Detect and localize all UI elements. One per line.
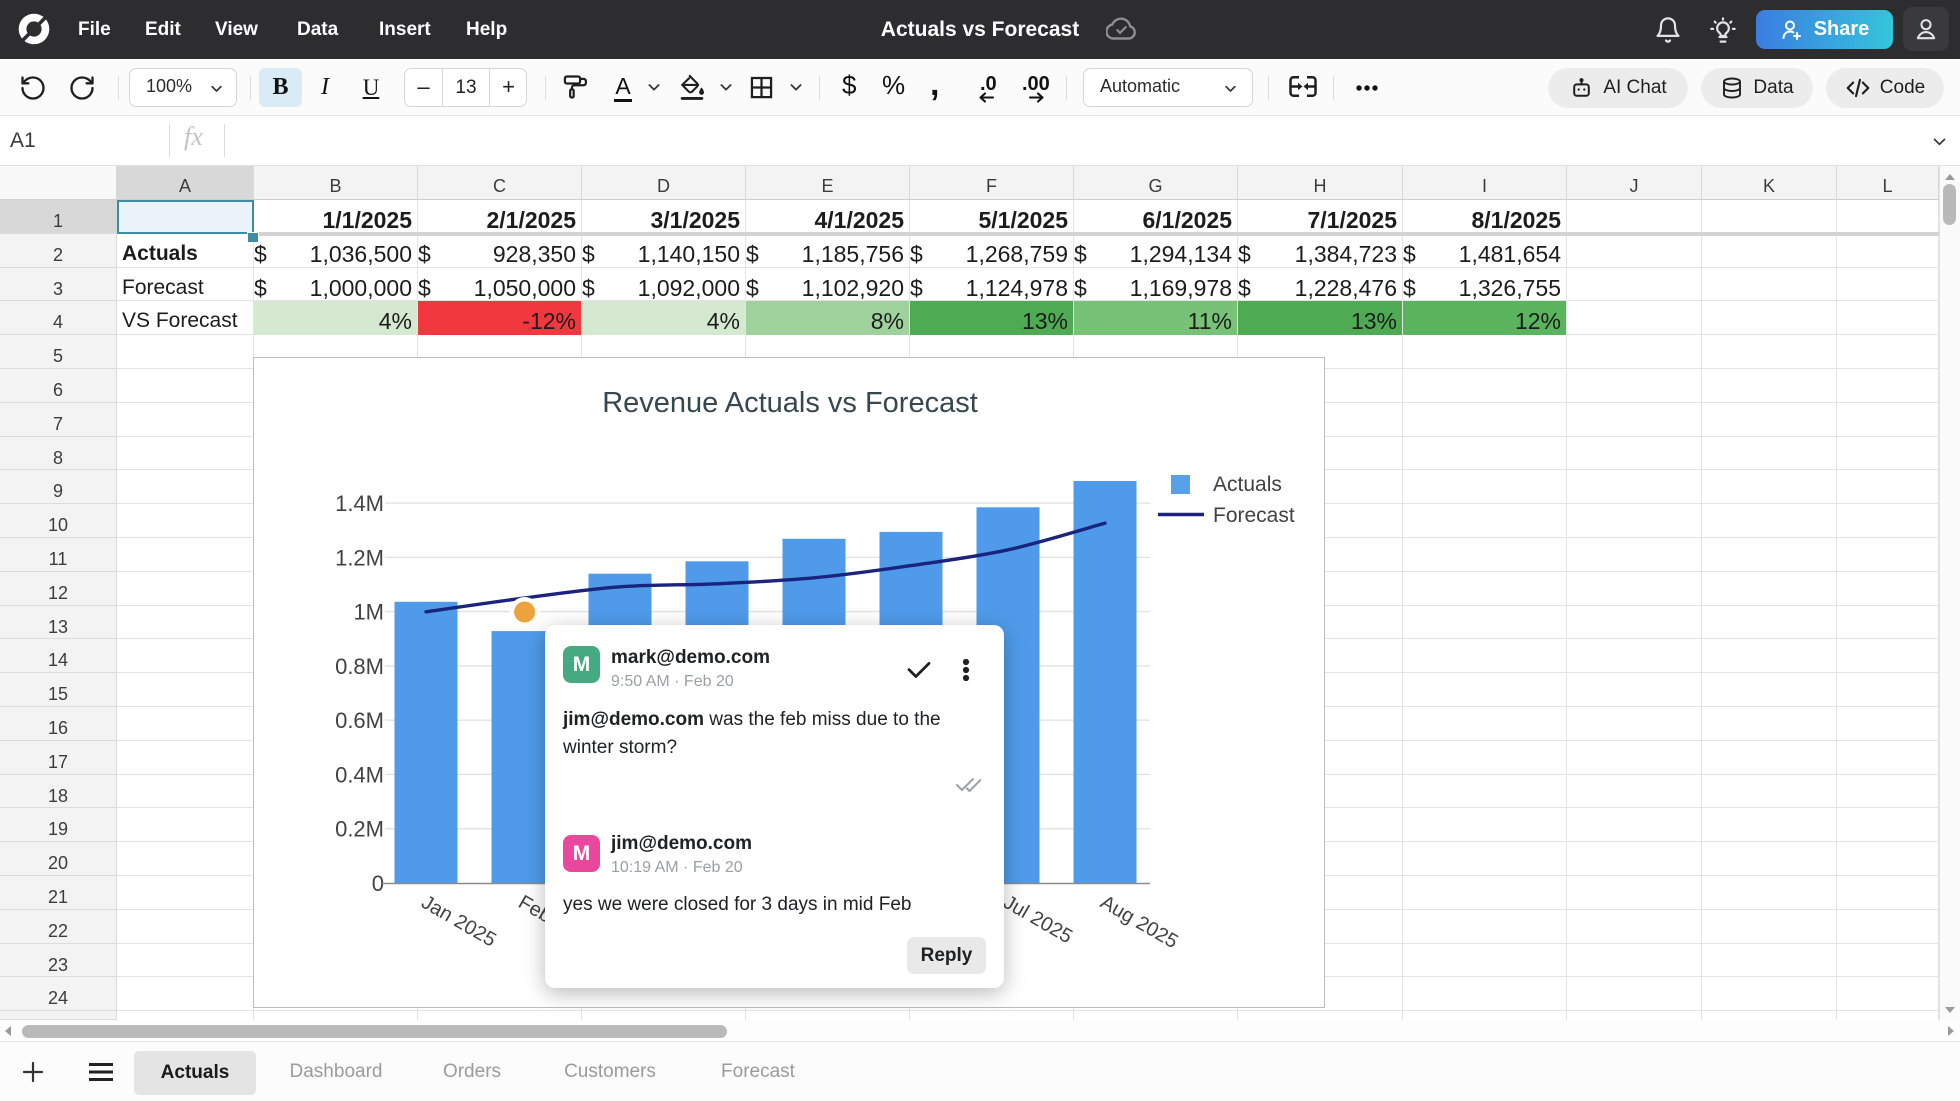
svg-text:.00: .00 [1022, 73, 1050, 95]
svg-text:Revenue Actuals vs Forecast: Revenue Actuals vs Forecast [602, 387, 978, 419]
svg-text:0.4M: 0.4M [335, 762, 384, 787]
svg-text:1M: 1M [353, 600, 384, 625]
svg-text:0.2M: 0.2M [335, 817, 384, 842]
svg-text:1.4M: 1.4M [335, 491, 384, 516]
svg-text:0.8M: 0.8M [335, 654, 384, 679]
svg-text:1.2M: 1.2M [335, 545, 384, 570]
svg-text:Actuals: Actuals [1213, 473, 1282, 496]
svg-text:Jan 2025: Jan 2025 [418, 891, 500, 951]
svg-text:0.6M: 0.6M [335, 708, 384, 733]
svg-text:Jul 2025: Jul 2025 [1000, 891, 1076, 948]
svg-text:.0: .0 [980, 73, 997, 95]
svg-text:Forecast: Forecast [1213, 504, 1295, 527]
svg-text:Aug 2025: Aug 2025 [1097, 891, 1182, 953]
